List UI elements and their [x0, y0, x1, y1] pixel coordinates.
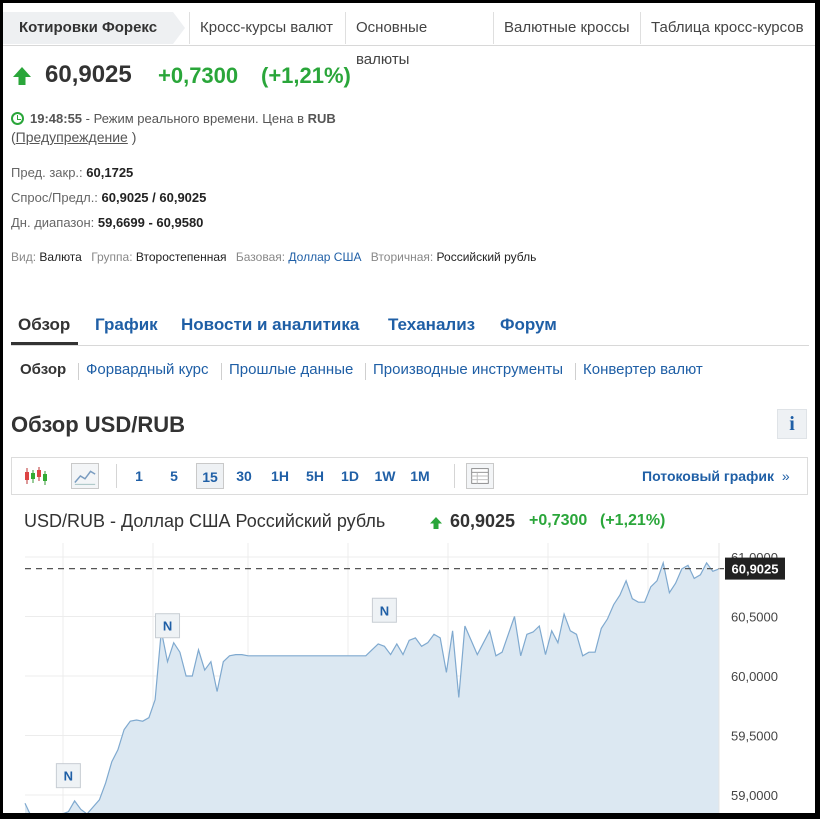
timeframe-30[interactable]: 30	[232, 463, 256, 489]
subnav-divider	[78, 363, 79, 380]
price-change: +0,7300	[158, 63, 239, 88]
news-marker-label: N	[64, 769, 73, 784]
nav-technical[interactable]: Теханализ	[388, 315, 475, 335]
active-tab-arrow	[173, 12, 185, 44]
subnav-historical-data[interactable]: Прошлые данные	[229, 361, 353, 378]
streaming-chart-link[interactable]: Потоковый график »	[642, 468, 790, 484]
bid-ask-row: Спрос/Предл.: 60,9025 / 60,9025	[11, 190, 206, 205]
instrument-meta: Вид: Валюта Группа: Второстепенная Базов…	[11, 250, 542, 264]
toolbar-divider	[116, 464, 117, 488]
screen-frame: Котировки Форекс Кросс-курсы валют Основ…	[0, 0, 820, 819]
bid-ask-label: Спрос/Предл.:	[11, 190, 98, 205]
subnav-divider	[365, 363, 366, 380]
warning-link[interactable]: Предупреждение	[16, 129, 128, 145]
candlestick-icon[interactable]	[21, 463, 49, 489]
group-label: Группа:	[91, 250, 133, 264]
tab-forex-quotes[interactable]: Котировки Форекс	[3, 12, 173, 44]
subnav-currency-converter[interactable]: Конвертер валют	[583, 361, 703, 378]
streaming-chart-label: Потоковый график	[642, 468, 774, 484]
chart-title: USD/RUB - Доллар США Российский рубль	[24, 511, 386, 531]
y-tick-label: 59,0000	[731, 788, 778, 803]
arrow-up-icon	[430, 517, 442, 529]
nav-news-analytics[interactable]: Новости и аналитика	[181, 315, 359, 335]
prev-close-value: 60,1725	[86, 165, 134, 180]
arrow-up-icon	[13, 67, 31, 85]
area-chart-icon[interactable]	[71, 463, 99, 489]
price-currency: RUB	[307, 111, 336, 126]
subnav-divider	[575, 363, 576, 380]
clock-icon	[11, 112, 24, 125]
base-label: Базовая:	[235, 250, 286, 264]
timeframe-1h[interactable]: 1H	[268, 463, 292, 489]
base-currency-link[interactable]: Доллар США	[288, 250, 361, 264]
subnav-forward-rate[interactable]: Форвардный курс	[86, 361, 209, 378]
price-change-percent: (+1,21%)	[261, 63, 351, 88]
prev-close-row: Пред. закр.: 60,1725	[11, 165, 133, 180]
secondary-label: Вторичная:	[370, 250, 434, 264]
timeframe-1w[interactable]: 1W	[373, 463, 397, 489]
tab-cross-rates[interactable]: Кросс-курсы валют	[189, 12, 345, 44]
subnav-overview[interactable]: Обзор	[20, 361, 66, 378]
quote-time: 19:48:55	[30, 111, 83, 126]
current-price-label: 60,9025	[732, 562, 779, 577]
day-range-label: Дн. диапазон:	[11, 215, 95, 230]
page: Котировки Форекс Кросс-курсы валют Основ…	[3, 3, 815, 813]
timeframe-1[interactable]: 1	[127, 463, 151, 489]
main-nav: Обзор График Новости и аналитика Теханал…	[11, 313, 809, 346]
toolbar-divider	[454, 464, 455, 488]
prev-close-label: Пред. закр.:	[11, 165, 83, 180]
timeframe-15[interactable]: 15	[196, 463, 224, 489]
nav-forum[interactable]: Форум	[500, 315, 557, 335]
realtime-note: - Режим реального времени. Цена в	[85, 111, 305, 126]
chart-last-price: 60,9025	[450, 511, 516, 531]
y-tick-label: 60,5000	[731, 610, 778, 625]
tab-currency-crosses[interactable]: Валютные кроссы	[493, 12, 640, 44]
chart-price-change-percent: (+1,21%)	[600, 512, 666, 529]
timeframe-1d[interactable]: 1D	[338, 463, 362, 489]
type-label: Вид:	[11, 250, 37, 264]
timeframe-5h[interactable]: 5H	[303, 463, 327, 489]
chevron-right-icon: »	[781, 468, 790, 484]
tab-major-currencies[interactable]: Основные валюты	[345, 12, 493, 68]
type-value: Валюта	[39, 250, 82, 264]
chart-toolbar: 1 5 15 30 1H 5H 1D 1W 1M Потоковый графи…	[11, 457, 808, 495]
subnav-divider	[221, 363, 222, 380]
price-chart[interactable]: NNN61,000060,500060,000059,500059,000060…	[3, 543, 815, 813]
y-tick-label: 60,0000	[731, 669, 778, 684]
nav-chart[interactable]: График	[95, 315, 158, 335]
warning-line: (Предупреждение )	[11, 129, 136, 145]
subnav-derivatives[interactable]: Производные инструменты	[373, 361, 563, 378]
timeframe-1m[interactable]: 1M	[408, 463, 432, 489]
day-range-row: Дн. диапазон: 59,6699 - 60,9580	[11, 215, 203, 230]
nav-active-underline	[11, 342, 78, 345]
day-range-value: 59,6699 - 60,9580	[97, 215, 204, 230]
news-marker-label: N	[380, 603, 389, 618]
nav-overview[interactable]: Обзор	[18, 315, 70, 335]
table-icon[interactable]	[466, 463, 494, 489]
chart-price-change: +0,7300	[529, 512, 588, 529]
bid-ask-value: 60,9025 / 60,9025	[101, 190, 207, 205]
info-button[interactable]: i	[777, 409, 807, 439]
group-value: Второстепенная	[135, 250, 227, 264]
realtime-status: 19:48:55 - Режим реального времени. Цена…	[11, 111, 336, 126]
top-tabs: Котировки Форекс Кросс-курсы валют Основ…	[3, 12, 815, 68]
y-tick-label: 59,5000	[731, 729, 778, 744]
paren-close: )	[131, 129, 137, 145]
news-marker-label: N	[163, 619, 172, 634]
timeframe-5[interactable]: 5	[162, 463, 186, 489]
last-price: 60,9025	[45, 61, 132, 88]
section-title: Обзор USD/RUB	[11, 412, 186, 437]
secondary-value: Российский рубль	[436, 250, 537, 264]
tab-cross-rate-table[interactable]: Таблица кросс-курсов	[640, 12, 815, 44]
